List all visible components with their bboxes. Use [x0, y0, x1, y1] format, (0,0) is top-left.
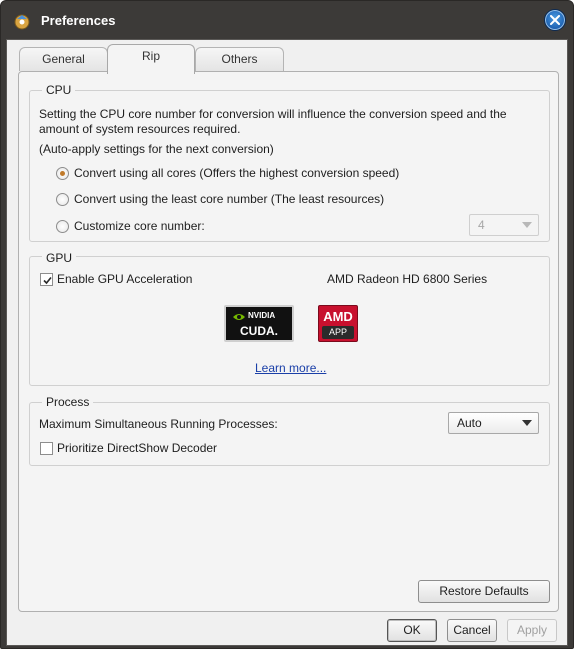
customize-cores-label[interactable]: Customize core number:: [74, 219, 205, 233]
directshow-label[interactable]: Prioritize DirectShow Decoder: [57, 441, 217, 455]
nvidia-cuda-logo: NVIDIA CUDA.: [224, 305, 294, 342]
gpu-group-title: GPU: [42, 251, 77, 265]
least-cores-radio[interactable]: [56, 193, 69, 206]
learn-more-link[interactable]: Learn more...: [255, 361, 326, 375]
cpu-description-line1: Setting the CPU core number for conversi…: [39, 107, 507, 121]
amd-app-text: APP: [322, 326, 354, 339]
amd-app-logo: AMD APP: [318, 305, 358, 342]
restore-defaults-button[interactable]: Restore Defaults: [418, 580, 550, 603]
preferences-window: Preferences General Rip Others CPU Setti…: [0, 0, 574, 649]
tab-rip[interactable]: Rip: [107, 44, 195, 74]
close-button[interactable]: [544, 9, 566, 31]
ok-button[interactable]: OK: [387, 619, 437, 642]
gpu-device-name: AMD Radeon HD 6800 Series: [327, 272, 488, 286]
checkmark-icon: [43, 276, 52, 285]
all-cores-radio[interactable]: [56, 167, 69, 180]
chevron-down-icon: [522, 420, 532, 426]
cancel-button[interactable]: Cancel: [447, 619, 497, 642]
nvidia-brand-text: NVIDIA: [248, 311, 276, 320]
rip-tab-panel: CPU Setting the CPU core number for conv…: [18, 71, 559, 612]
customize-cores-radio[interactable]: [56, 220, 69, 233]
amd-brand-text: AMD: [323, 309, 353, 324]
window-title: Preferences: [41, 13, 116, 28]
gpu-acceleration-label[interactable]: Enable GPU Acceleration: [57, 272, 192, 286]
app-icon: [13, 12, 31, 30]
close-icon: [550, 15, 560, 25]
directshow-checkbox[interactable]: [40, 442, 53, 455]
gpu-acceleration-checkbox[interactable]: [40, 273, 53, 286]
max-processes-label: Maximum Simultaneous Running Processes:: [39, 417, 278, 431]
title-bar[interactable]: Preferences: [1, 1, 573, 39]
cpu-description-line2: amount of system resources required.: [39, 122, 241, 136]
cpu-group-title: CPU: [42, 83, 76, 97]
core-number-value: 4: [478, 218, 485, 232]
max-processes-select[interactable]: Auto: [448, 412, 539, 434]
chevron-down-icon: [522, 222, 532, 228]
core-number-select[interactable]: 4: [469, 214, 539, 236]
apply-button[interactable]: Apply: [507, 619, 557, 642]
cpu-note: (Auto-apply settings for the next conver…: [39, 142, 274, 156]
max-processes-value: Auto: [457, 416, 482, 430]
nvidia-eye-icon: [233, 314, 245, 320]
process-group-title: Process: [42, 395, 94, 409]
tab-general[interactable]: General: [19, 47, 108, 71]
least-cores-label[interactable]: Convert using the least core number (The…: [74, 192, 384, 206]
cuda-text: CUDA.: [240, 324, 278, 338]
dialog-body: General Rip Others CPU Setting the CPU c…: [6, 39, 568, 646]
tab-others[interactable]: Others: [195, 47, 284, 71]
all-cores-label[interactable]: Convert using all cores (Offers the high…: [74, 166, 399, 180]
